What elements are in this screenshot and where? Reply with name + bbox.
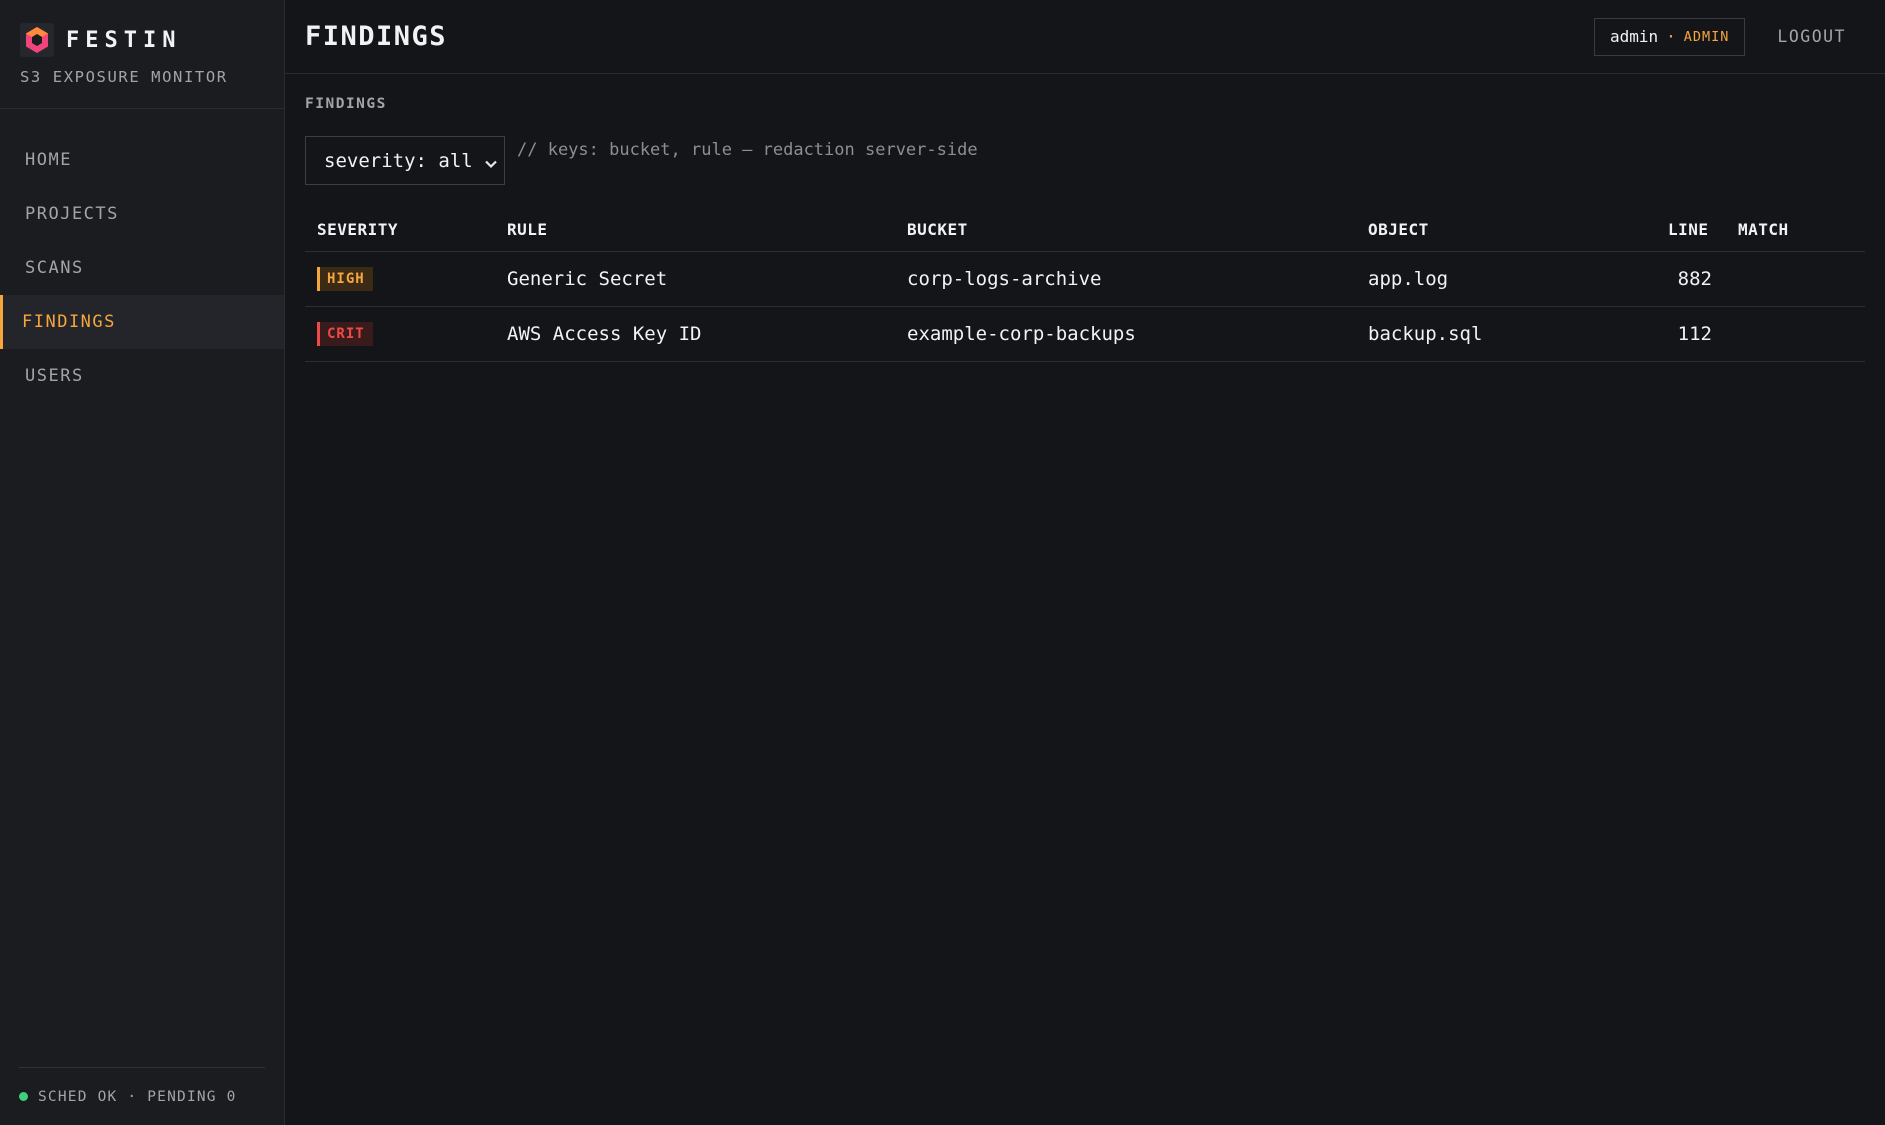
- match-cell: [1726, 251, 1865, 307]
- section-label: FINDINGS: [305, 96, 387, 112]
- brand-row: FESTIN: [20, 22, 264, 58]
- sidebar-item-users[interactable]: USERS: [0, 349, 284, 403]
- match-cell: [1726, 306, 1865, 362]
- column-header-line: LINE: [1656, 211, 1726, 252]
- topbar: FINDINGS admin · ADMIN LOGOUT: [285, 0, 1885, 74]
- table-row[interactable]: CRIT AWS Access Key ID example-corp-back…: [305, 306, 1865, 362]
- sidebar-nav: HOME PROJECTS SCANS FINDINGS USERS: [0, 133, 284, 403]
- user-role-separator: ·: [1666, 27, 1676, 46]
- user-name: admin: [1609, 27, 1659, 46]
- column-header-rule: RULE: [495, 211, 895, 252]
- severity-cell: HIGH: [305, 251, 495, 307]
- filter-hint: // keys: bucket, rule — redaction server…: [517, 140, 978, 160]
- sidebar-item-findings[interactable]: FINDINGS: [0, 295, 284, 349]
- page-title: FINDINGS: [305, 21, 448, 52]
- rule-cell: Generic Secret: [495, 251, 895, 307]
- bucket-cell: example-corp-backups: [895, 306, 1356, 362]
- object-cell: backup.sql: [1356, 306, 1656, 362]
- table-header: SEVERITY RULE BUCKET OBJECT LINE MATCH: [305, 211, 1865, 252]
- severity-filter-select[interactable]: severity: all: [305, 136, 505, 185]
- column-header-bucket: BUCKET: [895, 211, 1356, 252]
- bucket-cell: corp-logs-archive: [895, 251, 1356, 307]
- filter-row: severity: all // keys: bucket, rule — re…: [305, 136, 1865, 185]
- user-role: ADMIN: [1683, 28, 1730, 45]
- table-row[interactable]: HIGH Generic Secret corp-logs-archive ap…: [305, 251, 1865, 307]
- column-header-object: OBJECT: [1356, 211, 1656, 252]
- sidebar: FESTIN S3 EXPOSURE MONITOR HOME PROJECTS…: [0, 0, 285, 1125]
- line-cell: 112: [1656, 306, 1726, 362]
- topbar-right: admin · ADMIN LOGOUT: [1593, 17, 1865, 56]
- user-badge: admin · ADMIN: [1593, 17, 1746, 56]
- findings-content: FINDINGS severity: all // keys: bucket, …: [285, 74, 1885, 362]
- column-header-severity: SEVERITY: [305, 211, 495, 252]
- brand-name: FESTIN: [66, 27, 182, 53]
- severity-filter-value: severity: all: [324, 149, 473, 172]
- festin-logo-icon: [20, 23, 54, 57]
- brand-subtitle: S3 EXPOSURE MONITOR: [20, 68, 228, 86]
- rule-cell: AWS Access Key ID: [495, 306, 895, 362]
- column-header-match: MATCH: [1726, 211, 1865, 252]
- scheduler-status: SCHED OK · PENDING 0: [19, 1067, 265, 1125]
- line-cell: 882: [1656, 251, 1726, 307]
- status-dot-icon: [19, 1092, 28, 1101]
- main-area: FINDINGS admin · ADMIN LOGOUT FINDINGS s…: [285, 0, 1885, 1125]
- app-root: FESTIN S3 EXPOSURE MONITOR HOME PROJECTS…: [0, 0, 1885, 1125]
- severity-badge: HIGH: [317, 267, 373, 291]
- sidebar-item-scans[interactable]: SCANS: [0, 241, 284, 295]
- chevron-down-icon: [484, 154, 498, 168]
- severity-badge: CRIT: [317, 322, 373, 346]
- logout-button[interactable]: LOGOUT: [1777, 27, 1865, 46]
- sidebar-item-home[interactable]: HOME: [0, 133, 284, 187]
- object-cell: app.log: [1356, 251, 1656, 307]
- brand: FESTIN S3 EXPOSURE MONITOR: [0, 0, 284, 109]
- sidebar-item-projects[interactable]: PROJECTS: [0, 187, 284, 241]
- severity-cell: CRIT: [305, 306, 495, 362]
- table-header-row: SEVERITY RULE BUCKET OBJECT LINE MATCH: [305, 211, 1865, 252]
- scheduler-status-text: SCHED OK · PENDING 0: [38, 1088, 237, 1105]
- findings-table: SEVERITY RULE BUCKET OBJECT LINE MATCH H…: [305, 211, 1865, 362]
